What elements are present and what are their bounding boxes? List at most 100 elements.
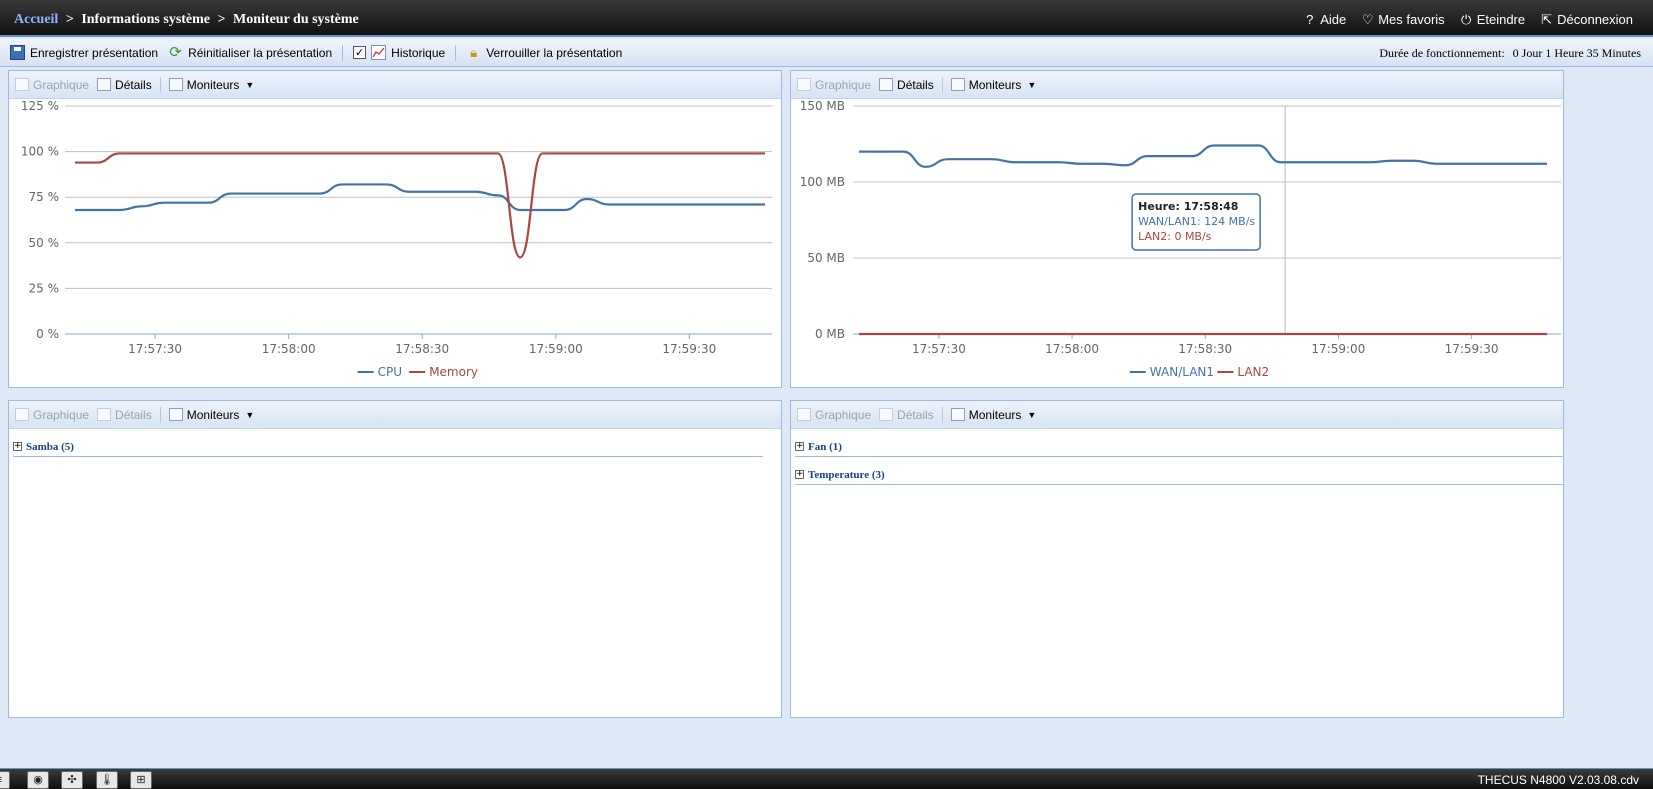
panel-toolbar-separator	[941, 76, 943, 93]
panel-toolbar-separator	[159, 406, 161, 423]
breadcrumb-home-link[interactable]: Accueil	[14, 12, 58, 27]
power-icon: ⏻	[1461, 12, 1472, 27]
panel-toolbar-separator	[941, 406, 943, 423]
top-bar: Accueil > Informations système > Moniteu…	[0, 0, 1653, 37]
page-title: Moniteur du système	[233, 12, 359, 27]
panel-toolbar: Graphique Détails Moniteurs ▼	[9, 71, 781, 99]
graph-view-label: Graphique	[815, 407, 872, 422]
thermometer-icon[interactable]: 🌡︎	[96, 771, 118, 789]
details-view-label: Détails	[897, 77, 934, 92]
save-layout-label: Enregistrer présentation	[30, 45, 159, 60]
tree-node-fan[interactable]: + Fan (1)	[795, 437, 1563, 457]
series-line-wan-lan1	[858, 144, 1547, 168]
expand-plus-icon[interactable]: +	[13, 442, 22, 451]
chart-icon	[371, 45, 387, 60]
chevron-down-icon: ▼	[1027, 409, 1037, 420]
graph-icon	[797, 408, 811, 421]
breadcrumb-section[interactable]: Informations système	[81, 12, 210, 27]
monitors-menu-label: Moniteurs	[186, 407, 240, 422]
graph-view-label: Graphique	[33, 407, 90, 422]
monitor-icon	[168, 408, 183, 421]
y-tick-label: 0 %	[36, 327, 59, 341]
details-view-button[interactable]: Détails	[879, 408, 934, 422]
details-view-label: Détails	[897, 407, 934, 422]
table-icon	[879, 408, 894, 421]
x-tick-label: 17:58:30	[395, 342, 449, 356]
graph-view-button[interactable]: Graphique	[15, 408, 89, 422]
details-view-button[interactable]: Détails	[97, 78, 152, 92]
network-icon[interactable]: ⊞	[130, 771, 152, 789]
toolbar-separator	[455, 44, 457, 61]
table-icon	[97, 78, 112, 91]
samba-tree: + Samba (5)	[9, 429, 781, 457]
panel-toolbar-separator	[159, 76, 161, 93]
help-button[interactable]: ? Aide	[1302, 12, 1346, 27]
monitors-menu-button[interactable]: Moniteurs ▼	[168, 407, 254, 422]
expand-plus-icon[interactable]: +	[795, 442, 804, 451]
x-tick-label: 17:58:00	[1045, 342, 1099, 356]
x-tick-label: 17:59:00	[1311, 342, 1365, 356]
cpu-memory-chart-svg: 125 % 100 % 75 % 50 % 25 % 0 % 17:57:30 17:58:0…	[21, 100, 772, 379]
lock-layout-label: Verrouiller la présentation	[486, 45, 623, 60]
x-tick-label: 17:59:30	[662, 342, 716, 356]
shutdown-button[interactable]: ⏻ Eteindre	[1459, 12, 1525, 27]
x-tick-label: 17:59:00	[529, 342, 583, 356]
graph-view-label: Graphique	[815, 77, 872, 92]
monitor-icon	[950, 408, 965, 421]
legend-label: Memory	[429, 365, 478, 379]
fan-icon[interactable]: ✣	[61, 771, 83, 789]
history-toggle[interactable]: ✓ Historique	[353, 45, 445, 60]
favorites-button[interactable]: ♡ Mes favoris	[1360, 12, 1445, 27]
save-icon	[10, 45, 25, 60]
tooltip-line: LAN2: 0 MB/s	[1138, 230, 1212, 243]
graph-view-button[interactable]: Graphique	[15, 78, 89, 92]
y-tick-label: 50 %	[29, 236, 60, 250]
menu-icon[interactable]: ≡	[0, 771, 10, 789]
graph-icon	[15, 78, 29, 91]
details-view-label: Détails	[115, 77, 152, 92]
details-view-button[interactable]: Détails	[879, 78, 934, 92]
graph-view-button[interactable]: Graphique	[797, 408, 871, 422]
graph-view-button[interactable]: Graphique	[797, 78, 871, 92]
lock-layout-button[interactable]: 🔒︎ Verrouiller la présentation	[466, 45, 622, 60]
expand-plus-icon[interactable]: +	[795, 470, 804, 479]
graph-view-label: Graphique	[33, 77, 90, 92]
monitors-menu-button[interactable]: Moniteurs ▼	[950, 408, 1037, 422]
uptime: Durée de fonctionnement: 0 Jour 1 Heure 3…	[1379, 46, 1641, 61]
logout-icon: ⇱	[1541, 12, 1553, 27]
y-tick-label: 25 %	[29, 281, 60, 295]
y-tick-label: 100 %	[21, 145, 59, 159]
firmware-version: THECUS N4800 V2.03.08.cdv	[1477, 773, 1639, 787]
y-tick-label: 125 %	[21, 100, 59, 113]
legend-label: CPU	[378, 365, 402, 379]
help-icon: ?	[1306, 12, 1314, 27]
tree-node-temperature[interactable]: + Temperature (3)	[795, 465, 1563, 485]
tooltip-title: Heure: 17:58:48	[1138, 200, 1238, 213]
toolbar-separator	[342, 44, 344, 61]
monitors-menu-button[interactable]: Moniteurs ▼	[168, 78, 255, 92]
tree-node-samba[interactable]: + Samba (5)	[13, 437, 763, 457]
reset-layout-button[interactable]: ⟳ Réinitialiser la présentation	[168, 45, 332, 60]
panel-network: Graphique Détails Moniteurs ▼ 150 MB 100 M…	[790, 70, 1564, 388]
taskbar: ≡ ◉ ✣ 🌡︎ ⊞ THECUS N4800 V2.03.08.cdv	[0, 768, 1653, 789]
y-tick-label: 100 MB	[800, 175, 845, 189]
panel-toolbar: Graphique Détails Moniteurs ▼	[791, 71, 1563, 99]
monitor-icon	[950, 78, 965, 91]
monitors-menu-button[interactable]: Moniteurs ▼	[950, 78, 1036, 92]
y-tick-label: 150 MB	[800, 100, 845, 113]
details-view-button[interactable]: Détails	[97, 408, 152, 422]
uptime-value: 0 Jour 1 Heure 35 Minutes	[1512, 46, 1641, 60]
disk-icon[interactable]: ◉	[27, 771, 49, 789]
save-layout-button[interactable]: Enregistrer présentation	[10, 45, 158, 60]
breadcrumb-separator: >	[65, 12, 74, 27]
logout-button[interactable]: ⇱ Déconnexion	[1539, 12, 1633, 27]
checkbox-checked-icon[interactable]: ✓	[353, 46, 367, 59]
tree-node-label: Samba (5)	[26, 440, 74, 453]
help-label: Aide	[1320, 12, 1347, 27]
monitor-icon	[168, 78, 183, 91]
history-label: Historique	[391, 45, 446, 60]
favorites-label: Mes favoris	[1378, 12, 1445, 27]
x-tick-label: 17:58:00	[262, 342, 316, 356]
x-tick-label: 17:57:30	[912, 342, 966, 356]
chevron-down-icon: ▼	[245, 79, 255, 90]
